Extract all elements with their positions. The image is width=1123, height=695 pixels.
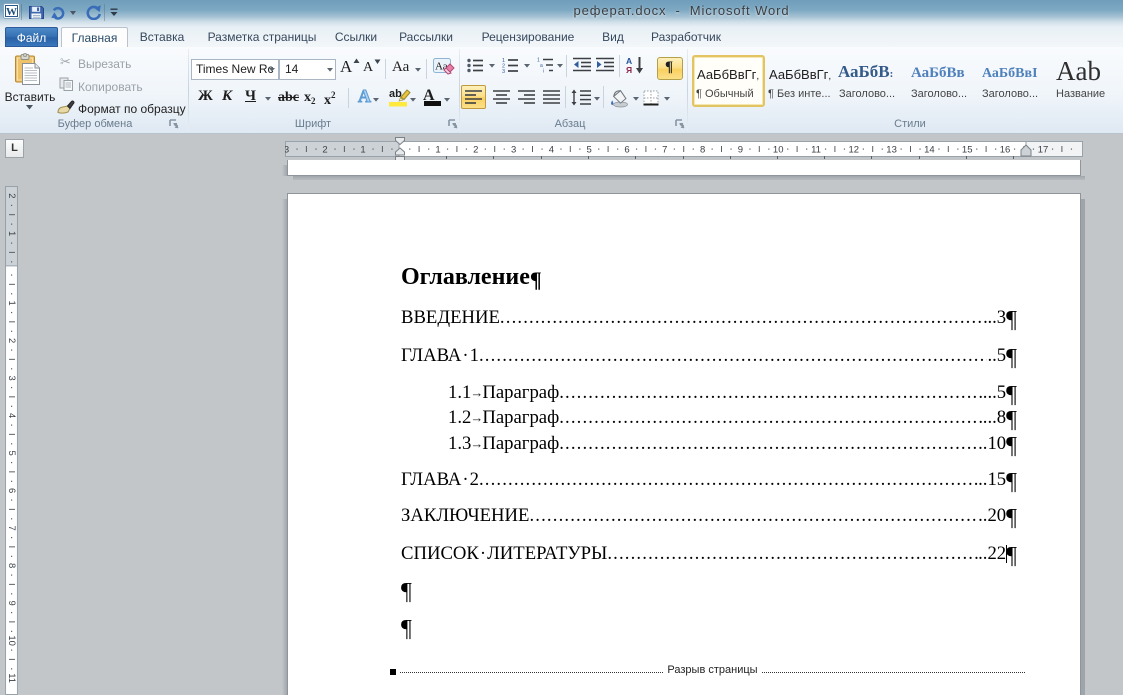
svg-text:4: 4 bbox=[7, 413, 18, 418]
svg-text:3: 3 bbox=[502, 69, 505, 73]
svg-text:14: 14 bbox=[924, 145, 935, 156]
svg-text:6: 6 bbox=[624, 145, 629, 156]
svg-text:7: 7 bbox=[7, 525, 18, 530]
svg-text:Я: Я bbox=[626, 65, 632, 75]
svg-text:9: 9 bbox=[738, 145, 743, 156]
svg-text:12: 12 bbox=[849, 145, 860, 156]
svg-text:10: 10 bbox=[773, 145, 784, 156]
svg-text:3: 3 bbox=[511, 145, 516, 156]
svg-text:5: 5 bbox=[7, 450, 18, 455]
svg-text:11: 11 bbox=[7, 673, 18, 683]
svg-text:W: W bbox=[6, 6, 17, 18]
svg-text:i: i bbox=[543, 68, 544, 73]
svg-text:5: 5 bbox=[587, 145, 592, 156]
svg-text:1: 1 bbox=[7, 231, 18, 236]
svg-text:1: 1 bbox=[435, 145, 440, 156]
svg-text:17: 17 bbox=[1038, 145, 1049, 156]
svg-text:2: 2 bbox=[322, 145, 327, 156]
svg-text:6: 6 bbox=[7, 488, 18, 493]
svg-text:4: 4 bbox=[549, 145, 554, 156]
svg-text:1: 1 bbox=[360, 145, 365, 156]
svg-text:3: 3 bbox=[285, 145, 289, 156]
svg-text:2: 2 bbox=[473, 145, 478, 156]
svg-text:8: 8 bbox=[7, 563, 18, 568]
svg-text:3: 3 bbox=[7, 375, 18, 380]
svg-text:10: 10 bbox=[7, 635, 18, 645]
svg-text:13: 13 bbox=[886, 145, 897, 156]
svg-text:1: 1 bbox=[7, 300, 18, 305]
svg-text:11: 11 bbox=[811, 145, 821, 156]
svg-text:9: 9 bbox=[7, 601, 18, 606]
svg-text:16: 16 bbox=[1000, 145, 1011, 156]
svg-text:7: 7 bbox=[662, 145, 667, 156]
svg-text:15: 15 bbox=[962, 145, 973, 156]
svg-text:8: 8 bbox=[700, 145, 705, 156]
svg-text:2: 2 bbox=[7, 193, 18, 198]
svg-text:2: 2 bbox=[7, 338, 18, 343]
